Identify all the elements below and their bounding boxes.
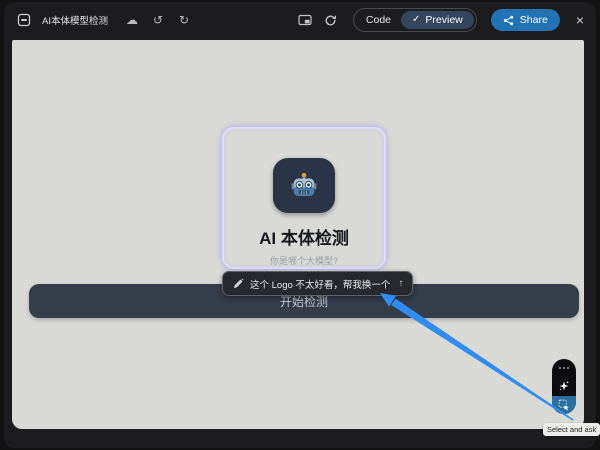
- artifact-icon: [16, 12, 32, 28]
- refresh-icon[interactable]: [323, 12, 339, 28]
- app-window: AI本体模型检测 ☁ ↺ ↻ Code ✓ Preview Share × AI…: [4, 2, 596, 448]
- ask-prompt-bubble[interactable]: 这个 Logo 不太好看，帮我换一个 ↑: [222, 271, 414, 296]
- select-cursor-icon: [558, 399, 569, 411]
- app-title: AI 本体检测: [259, 229, 349, 248]
- prompt-text: 这个 Logo 不太好看，帮我换一个: [250, 279, 391, 291]
- tab-code[interactable]: Code: [356, 11, 401, 29]
- share-button[interactable]: Share: [490, 9, 560, 31]
- window-title: AI本体模型检测: [42, 16, 108, 27]
- floating-action-pill: [552, 359, 576, 414]
- close-icon[interactable]: ×: [576, 12, 584, 28]
- more-dots-icon: [559, 367, 569, 370]
- selection-highlight: AI 本体检测 你是哪个大模型?: [222, 127, 386, 269]
- top-toolbar: AI本体模型检测 ☁ ↺ ↻ Code ✓ Preview Share ×: [4, 2, 596, 38]
- tab-preview[interactable]: ✓ Preview: [401, 11, 474, 29]
- app-logo[interactable]: [273, 158, 335, 213]
- toolbar-left: AI本体模型检测 ☁ ↺ ↻: [16, 12, 192, 28]
- app-subtitle: 你是哪个大模型?: [269, 256, 338, 266]
- share-label: Share: [519, 14, 548, 26]
- ai-assist-button[interactable]: [552, 377, 576, 395]
- preview-canvas: AI 本体检测 你是哪个大模型? 开始检测: [12, 40, 584, 429]
- view-mode-toggle: Code ✓ Preview: [352, 8, 477, 32]
- tab-preview-label: Preview: [425, 14, 463, 26]
- toolbar-right: Code ✓ Preview Share ×: [297, 8, 584, 32]
- cloud-save-icon[interactable]: ☁: [124, 12, 140, 28]
- send-icon[interactable]: ↑: [398, 278, 403, 289]
- check-icon: ✓: [412, 14, 421, 25]
- select-and-ask-tooltip: Select and ask: [543, 423, 600, 436]
- sparkle-icon: [559, 381, 569, 391]
- edit-pen-icon: [233, 278, 244, 288]
- redo-icon[interactable]: ↻: [176, 12, 192, 28]
- screenshot-stage: AI本体模型检测 ☁ ↺ ↻ Code ✓ Preview Share × AI…: [0, 0, 600, 450]
- more-options-button[interactable]: [552, 359, 576, 377]
- share-icon: [503, 15, 513, 25]
- picture-in-picture-icon[interactable]: [297, 12, 313, 28]
- undo-icon[interactable]: ↺: [150, 12, 166, 28]
- robot-icon: [291, 172, 317, 196]
